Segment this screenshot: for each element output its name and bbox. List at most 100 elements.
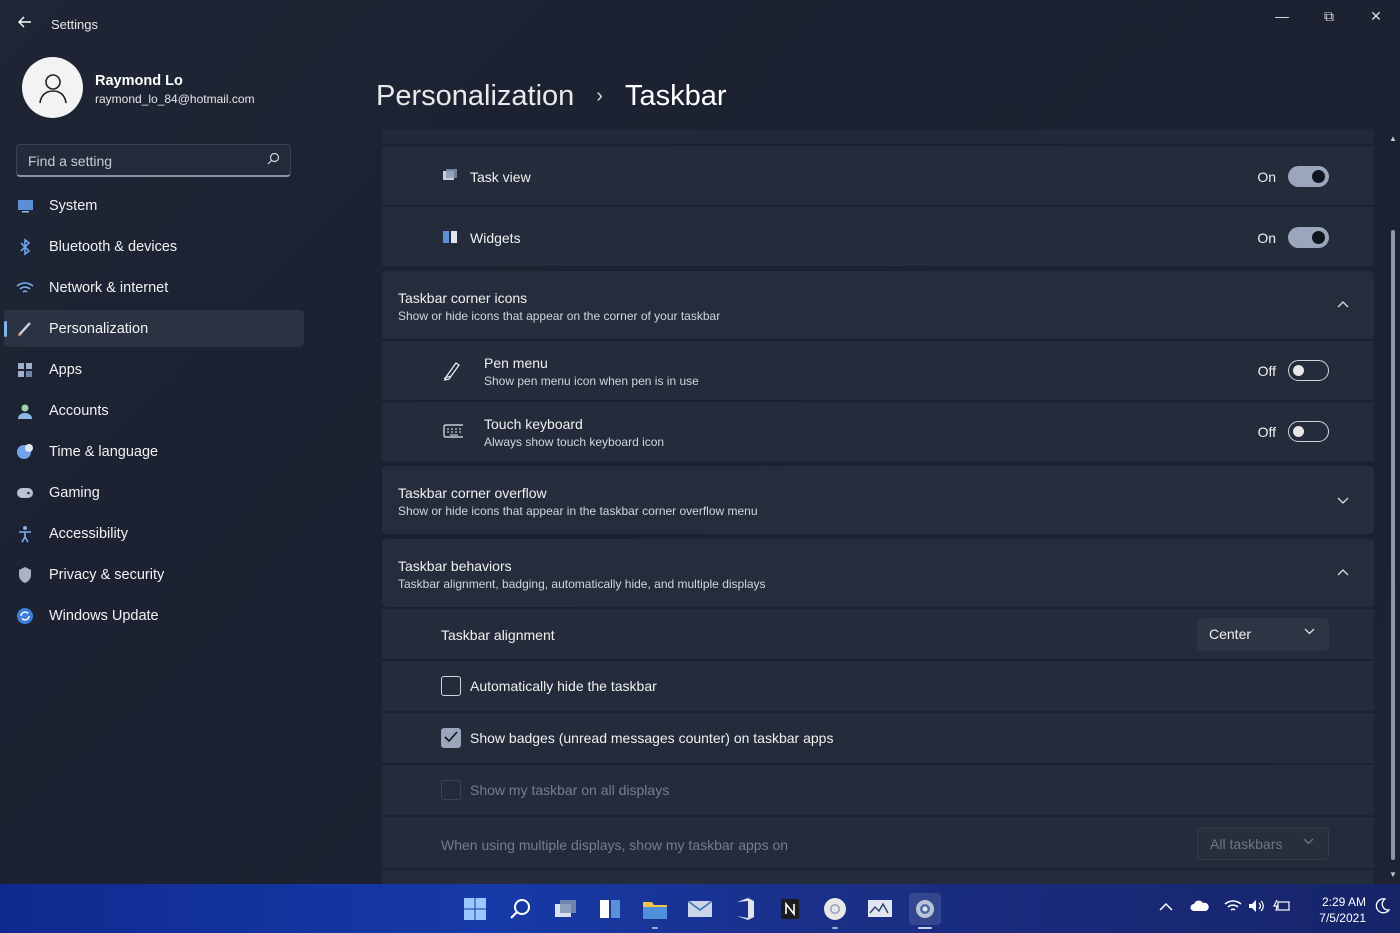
- scroll-up-icon[interactable]: ▲: [1389, 134, 1397, 143]
- widgets-icon: [440, 227, 460, 247]
- taskbar-settings-button[interactable]: [909, 893, 941, 929]
- badges-row: Show badges (unread messages counter) on…: [382, 712, 1374, 763]
- breadcrumb: Personalization › Taskbar: [376, 80, 727, 113]
- focus-assist-moon-icon[interactable]: [1374, 897, 1391, 919]
- sidebar-item-time-language[interactable]: Time & language: [4, 433, 304, 470]
- avatar[interactable]: [22, 57, 83, 118]
- sidebar-item-accessibility[interactable]: Accessibility: [4, 515, 304, 552]
- running-indicator: [652, 927, 658, 929]
- sidebar-item-label: Bluetooth & devices: [49, 238, 178, 255]
- taskbar-notion-button[interactable]: [774, 893, 806, 925]
- taskbar-monitor-app-button[interactable]: [864, 893, 896, 925]
- minimize-button[interactable]: —: [1259, 6, 1305, 28]
- alignment-row: Taskbar alignment Center: [382, 608, 1374, 659]
- corner-overflow-header[interactable]: Taskbar corner overflow Show or hide ico…: [382, 466, 1374, 534]
- taskbar-widgets-button[interactable]: [594, 893, 626, 925]
- taskbar-mail-button[interactable]: [684, 893, 716, 925]
- close-button[interactable]: ✕: [1353, 6, 1399, 28]
- clock-time: 2:29 AM: [1321, 895, 1366, 909]
- start-icon: [464, 898, 486, 920]
- chevron-up-icon: [1336, 296, 1350, 311]
- office-icon: [737, 898, 754, 920]
- show-hidden-icons-icon[interactable]: [1159, 899, 1173, 916]
- touch-keyboard-toggle[interactable]: [1288, 421, 1329, 442]
- close-icon: ✕: [1370, 8, 1382, 24]
- taskbar-office-button[interactable]: [729, 893, 761, 925]
- behaviors-header[interactable]: Taskbar behaviors Taskbar alignment, bad…: [382, 539, 1374, 607]
- auto-hide-checkbox[interactable]: [441, 676, 461, 696]
- touch-keyboard-sub: Always show touch keyboard icon: [484, 435, 665, 449]
- user-name: Raymond Lo: [95, 73, 183, 89]
- sidebar-item-privacy[interactable]: Privacy & security: [4, 556, 304, 593]
- sidebar-item-system[interactable]: System: [4, 187, 304, 224]
- pen-menu-sub: Show pen menu icon when pen is in use: [484, 374, 699, 388]
- badges-label[interactable]: Show badges (unread messages counter) on…: [470, 730, 833, 746]
- person-avatar-icon: [38, 73, 67, 103]
- sidebar-item-accounts[interactable]: Accounts: [4, 392, 304, 429]
- battery-charging-icon[interactable]: [1273, 899, 1291, 917]
- pen-menu-label: Pen menu: [484, 355, 548, 371]
- system-clock[interactable]: 2:29 AM 7/5/2021: [1300, 894, 1366, 926]
- onedrive-icon[interactable]: [1190, 899, 1210, 916]
- sidebar-item-apps[interactable]: Apps: [4, 351, 304, 388]
- all-displays-label: Show my taskbar on all displays: [470, 782, 670, 798]
- touch-keyboard-label: Touch keyboard: [484, 416, 583, 432]
- scroll-down-icon[interactable]: ▼: [1389, 870, 1397, 879]
- touch-keyboard-row: Touch keyboard Always show touch keyboar…: [382, 401, 1374, 461]
- start-button[interactable]: [459, 893, 491, 925]
- sidebar-item-label: Accessibility: [49, 525, 128, 542]
- task-view-toggle[interactable]: [1288, 166, 1329, 187]
- sidebar-item-bluetooth[interactable]: Bluetooth & devices: [4, 228, 304, 265]
- chevron-up-icon: [1336, 564, 1350, 579]
- sidebar-item-network[interactable]: Network & internet: [4, 269, 304, 306]
- search-input[interactable]: Find a setting: [16, 144, 291, 177]
- sidebar-item-label: Time & language: [49, 443, 159, 460]
- task-view-state: On: [1257, 169, 1276, 185]
- wifi-icon[interactable]: [1224, 899, 1242, 917]
- multi-display-value: All taskbars: [1210, 836, 1283, 852]
- sidebar-item-windows-update[interactable]: Windows Update: [4, 597, 304, 634]
- sidebar-item-label: Apps: [49, 361, 83, 378]
- alignment-dropdown[interactable]: Center: [1197, 618, 1329, 651]
- volume-icon[interactable]: [1248, 899, 1266, 917]
- sidebar-item-gaming[interactable]: Gaming: [4, 474, 304, 511]
- all-displays-checkbox[interactable]: [441, 780, 461, 800]
- badges-checkbox[interactable]: [441, 728, 461, 748]
- widgets-state: On: [1257, 230, 1276, 246]
- pen-menu-toggle[interactable]: [1288, 360, 1329, 381]
- minimize-icon: —: [1275, 8, 1289, 24]
- corner-icons-title: Taskbar corner icons: [398, 290, 528, 306]
- behaviors-subtitle: Taskbar alignment, badging, automaticall…: [398, 577, 766, 591]
- checkmark-icon: [444, 731, 458, 743]
- corner-overflow-subtitle: Show or hide icons that appear in the ta…: [398, 504, 758, 518]
- maximize-button[interactable]: ⧉: [1306, 6, 1352, 28]
- corner-icons-header[interactable]: Taskbar corner icons Show or hide icons …: [382, 271, 1374, 339]
- taskbar-search-button[interactable]: [504, 893, 536, 925]
- taskbar-task-view-button[interactable]: [549, 893, 581, 925]
- widgets-toggle[interactable]: [1288, 227, 1329, 248]
- update-icon: [16, 607, 34, 625]
- content-scrollbar[interactable]: ▲ ▼: [1388, 130, 1398, 884]
- clock-date: 7/5/2021: [1319, 911, 1366, 925]
- multi-display-dropdown[interactable]: All taskbars: [1197, 827, 1329, 860]
- search-icon: [267, 152, 280, 168]
- scroll-thumb[interactable]: [1391, 230, 1395, 860]
- sidebar-item-personalization[interactable]: Personalization: [4, 310, 304, 347]
- auto-hide-row: Automatically hide the taskbar: [382, 660, 1374, 711]
- sidebar-item-label: Windows Update: [49, 607, 159, 624]
- settings-content: Task view On Widgets On Taskbar corner i…: [382, 130, 1374, 884]
- settings-icon: [916, 900, 934, 918]
- breadcrumb-personalization[interactable]: Personalization: [376, 80, 574, 113]
- sidebar-item-label: Personalization: [49, 320, 149, 337]
- taskbar-chrome-button[interactable]: [819, 893, 851, 929]
- auto-hide-label[interactable]: Automatically hide the taskbar: [470, 678, 657, 694]
- chevron-down-icon: [1336, 493, 1350, 508]
- next-row-partial: [382, 869, 1374, 884]
- system-taskbar: 2:29 AM 7/5/2021: [0, 884, 1400, 933]
- sidebar-item-label: Accounts: [49, 402, 109, 419]
- widgets-icon: [600, 900, 620, 918]
- taskbar-file-explorer-button[interactable]: [639, 893, 671, 929]
- keyboard-icon: [443, 421, 463, 441]
- back-button[interactable]: [14, 14, 36, 36]
- sidebar-nav: System Bluetooth & devices Network & int…: [4, 187, 304, 638]
